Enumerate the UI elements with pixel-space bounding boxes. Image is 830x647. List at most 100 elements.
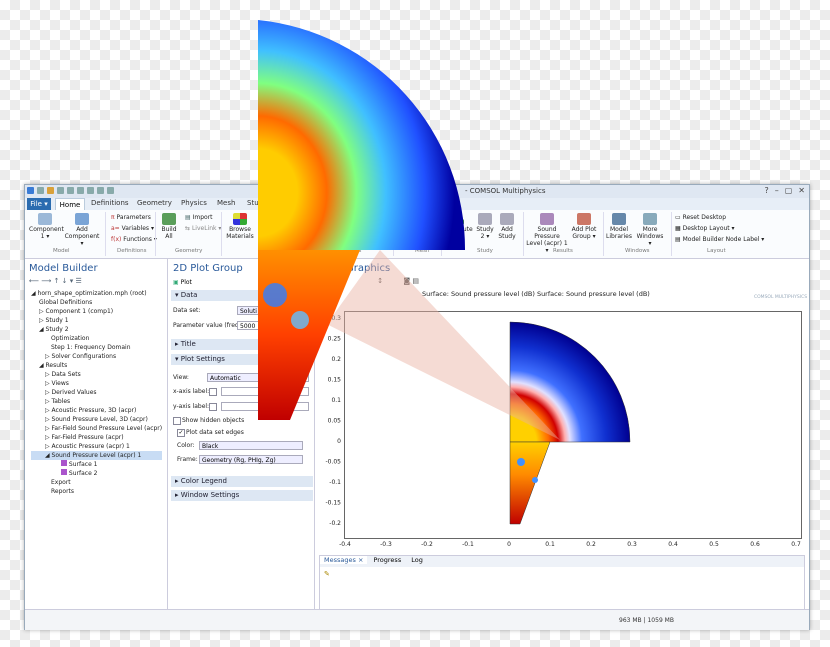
undo-icon[interactable] [67, 187, 74, 194]
component-button[interactable]: Component 1 ▾ [29, 213, 64, 240]
more-windows-button[interactable]: More Windows ▾ [635, 213, 665, 247]
tree-item[interactable]: Surface 2 [31, 469, 162, 478]
down-icon[interactable]: ↓ [62, 277, 68, 285]
add-component-button[interactable]: Add Component ▾ [63, 213, 101, 247]
plot-button[interactable]: ▣ Plot [173, 279, 192, 286]
tab-progress[interactable]: Progress [369, 556, 405, 564]
frame-label: Frame: [177, 456, 198, 463]
study2-button[interactable]: Study 2 ▾ [475, 213, 495, 240]
section-title[interactable]: ▸ Title [171, 339, 313, 350]
tab-study[interactable]: Stu [247, 199, 259, 207]
tree-item[interactable]: ▷ Solver Configurations [31, 352, 162, 361]
maximize-button[interactable]: ▢ [785, 186, 793, 195]
paste-icon[interactable] [97, 187, 104, 194]
import-button[interactable]: ▤ Import [185, 214, 213, 221]
save-icon[interactable] [57, 187, 64, 194]
mesh1-button[interactable]: Mesh 1 ▾ [418, 213, 438, 240]
tab-geometry[interactable]: Geometry [137, 199, 172, 207]
redo-icon[interactable] [77, 187, 84, 194]
section-color-legend[interactable]: ▸ Color Legend [171, 476, 313, 487]
tree-item[interactable]: ▷ Acoustic Pressure, 3D (acpr) [31, 406, 162, 415]
tree-item[interactable]: Optimization [31, 334, 162, 343]
tree-item[interactable]: Reports [31, 487, 162, 496]
close-window-button[interactable]: ✕ [798, 186, 805, 195]
color-select[interactable]: Black [199, 441, 303, 450]
section-window-settings[interactable]: ▸ Window Settings [171, 490, 313, 501]
up-icon[interactable]: ↑ [54, 277, 60, 285]
tree-item[interactable]: ◢ Results [31, 361, 162, 370]
expand-icon[interactable]: ☰ [76, 277, 82, 285]
desktop-layout-button[interactable]: ▦ Desktop Layout ▾ [675, 225, 735, 232]
tree-item[interactable]: Step 1: Frequency Domain [31, 343, 162, 352]
tree-item[interactable]: ▷ Component 1 (comp1) [31, 307, 162, 316]
zoom-extents-icon[interactable]: ⤢ [329, 277, 335, 285]
forward-icon[interactable]: ⟶ [41, 277, 51, 285]
tree-item[interactable]: ◢ Study 2 [31, 325, 162, 334]
xaxis-input[interactable] [221, 387, 309, 396]
tree-item[interactable]: ▷ Sound Pressure Level, 3D (acpr) [31, 415, 162, 424]
section-plot-settings[interactable]: ▾ Plot Settings [171, 354, 313, 365]
reset-desktop-button[interactable]: ▭ Reset Desktop [675, 214, 726, 221]
zoom-icon[interactable]: ⚲ [322, 277, 327, 285]
add-physics-icon [370, 213, 384, 225]
frame-select[interactable]: Geometry (Rg, PHIg, Zg) [199, 455, 303, 464]
goto-view-button[interactable]: ↻ [297, 373, 309, 382]
add-physics-button[interactable]: Add Physics [365, 213, 389, 240]
compute-button[interactable]: Compute [445, 219, 473, 233]
browse-materials-button[interactable]: Browse Materials [225, 213, 255, 240]
tree-item[interactable]: ▷ Acoustic Pressure (acpr) 1 [31, 442, 162, 451]
tree-item[interactable]: Global Definitions [31, 298, 162, 307]
help-icon[interactable]: ? [764, 186, 768, 195]
tree-item[interactable]: ▷ Data Sets [31, 370, 162, 379]
section-data[interactable]: ▾ Data [171, 290, 313, 301]
settings-title: 2D Plot Group [173, 263, 243, 274]
tree-item[interactable]: ▷ Far-Field Pressure (acpr) [31, 433, 162, 442]
param-select[interactable]: 5000 [237, 321, 309, 330]
screenshot-icon[interactable]: ◙ [403, 277, 410, 285]
view-select[interactable]: Automatic [207, 373, 295, 382]
mb-node-label-button[interactable]: ▤ Model Builder Node Label ▾ [675, 236, 764, 243]
tree-item[interactable]: Export [31, 478, 162, 487]
parameters-button[interactable]: π Parameters [111, 214, 151, 221]
xaxis-checkbox[interactable] [209, 388, 217, 396]
build-mesh-button[interactable]: Build Mesh [395, 213, 415, 240]
clear-messages-icon[interactable]: ✎ [324, 570, 330, 578]
functions-button[interactable]: f(x) Functions ▾ [111, 236, 157, 243]
build-all-button[interactable]: Build All [159, 213, 179, 240]
copy-icon[interactable] [87, 187, 94, 194]
tab-file[interactable]: File ▾ [27, 198, 51, 210]
tree-item[interactable]: ◢ horn_shape_optimization.mph (root) [31, 289, 162, 298]
tab-messages[interactable]: Messages × [320, 556, 368, 564]
tree-item[interactable]: ▷ Views [31, 379, 162, 388]
tab-physics[interactable]: Physics [181, 199, 207, 207]
close-icon[interactable] [107, 187, 114, 194]
yaxis-input[interactable] [221, 402, 309, 411]
yaxis-checkbox[interactable] [209, 403, 217, 411]
yaxis-label: y-axis label: [173, 403, 210, 410]
add-study-icon [500, 213, 514, 225]
tree-item[interactable]: ▷ Far-Field Sound Pressure Level (acpr) [31, 424, 162, 433]
add-plot-group-button[interactable]: Add Plot Group ▾ [571, 213, 597, 240]
data-set-select[interactable]: Soluti [237, 306, 309, 315]
tree-item[interactable]: ▷ Tables [31, 397, 162, 406]
model-libraries-button[interactable]: Model Libraries [605, 213, 633, 240]
plot-edges-checkbox[interactable]: ✓ [177, 429, 185, 437]
variables-button[interactable]: a= Variables ▾ [111, 225, 154, 232]
tree-item-selected[interactable]: ◢ Sound Pressure Level (acpr) 1 [31, 451, 163, 460]
tree-item[interactable]: Surface 1 [31, 460, 162, 469]
print-icon[interactable]: ▤ [412, 277, 419, 285]
new-icon[interactable] [37, 187, 44, 194]
tab-definitions[interactable]: Definitions [91, 199, 129, 207]
open-icon[interactable] [47, 187, 54, 194]
filter-icon[interactable]: ▾ [70, 277, 74, 285]
tab-log[interactable]: Log [407, 556, 427, 564]
tree-item[interactable]: ▷ Derived Values [31, 388, 162, 397]
back-icon[interactable]: ⟵ [29, 277, 39, 285]
minimize-button[interactable]: – [775, 186, 779, 195]
tree-item[interactable]: ▷ Study 1 [31, 316, 162, 325]
tab-mesh[interactable]: Mesh [217, 199, 235, 207]
add-study-button[interactable]: Add Study [497, 213, 517, 240]
livelink-button[interactable]: ⇆ LiveLink ▾ [185, 225, 221, 232]
show-hidden-checkbox[interactable] [173, 417, 181, 425]
axis-icon[interactable]: ↕ [377, 277, 383, 285]
